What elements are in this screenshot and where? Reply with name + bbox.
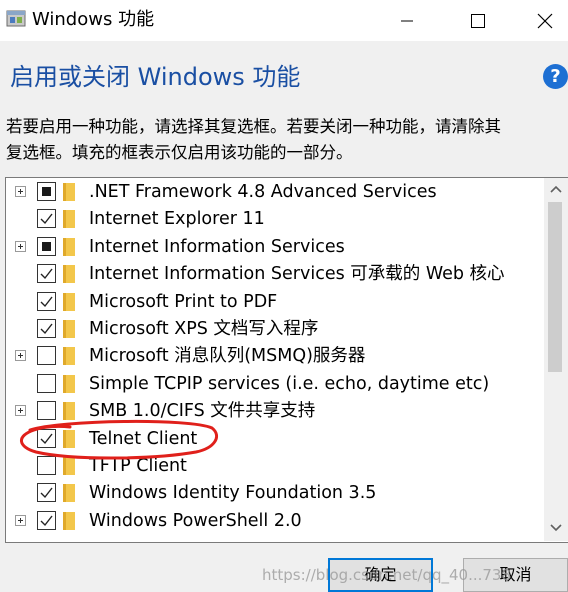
page-heading: 启用或关闭 Windows 功能 [10,63,301,91]
maximize-icon [471,13,485,28]
feature-row[interactable]: Windows Identity Foundation 3.5 [6,480,546,507]
folder-icon [63,265,75,284]
feature-checkbox[interactable] [37,428,56,448]
minimize-button[interactable] [384,0,430,41]
expand-icon[interactable] [15,514,26,526]
window-title: Windows 功能 [32,9,155,30]
folder-icon [63,292,75,311]
feature-label: Internet Explorer 11 [89,209,265,230]
feature-row[interactable]: TFTP Client [6,453,546,480]
scroll-down-button[interactable] [544,517,568,539]
feature-checkbox[interactable] [37,483,56,503]
folder-icon [63,457,75,475]
feature-label: Simple TCPIP services (i.e. echo, daytim… [89,373,490,394]
feature-label: Internet Information Services 可承载的 Web 核… [89,264,505,285]
folder-icon [63,429,75,448]
folder-icon [63,237,75,256]
feature-checkbox[interactable] [37,182,56,201]
description-line-1: 若要启用一种功能，请选择其复选框。若要关闭一种功能，请清除其 [6,117,501,136]
feature-label: SMB 1.0/CIFS 文件共享支持 [89,401,316,422]
expand-icon[interactable] [15,240,26,252]
feature-checkbox[interactable] [37,510,56,530]
feature-label: Microsoft 消息队列(MSMQ)服务器 [89,346,366,367]
feature-label: TFTP Client [89,456,187,476]
close-button[interactable] [522,0,568,41]
feature-label: Telnet Client [89,428,198,449]
chevron-down-icon [550,524,562,532]
folder-icon [63,402,75,421]
feature-checkbox[interactable] [37,319,56,338]
feature-label: Windows PowerShell 2.0 [89,510,302,531]
folder-icon [63,484,75,503]
checkmark-icon [40,487,53,499]
checkmark-icon [40,433,53,444]
checkmark-icon [40,515,53,526]
folder-icon [63,511,75,530]
scroll-thumb[interactable] [548,202,562,372]
feature-checkbox[interactable] [37,346,56,366]
description: 若要启用一种功能，请选择其复选框。若要关闭一种功能，请清除其 复选框。填充的框表… [6,114,568,166]
feature-label: Internet Information Services [89,236,345,257]
expand-icon[interactable] [15,186,26,197]
chevron-up-icon [550,185,562,193]
feature-label: Microsoft XPS 文档写入程序 [89,319,319,339]
minimize-icon [401,20,413,21]
folder-icon [63,374,75,393]
feature-row[interactable]: Simple TCPIP services (i.e. echo, daytim… [6,371,546,398]
checkmark-icon [40,268,53,280]
checkmark-icon [40,323,53,335]
expand-icon[interactable] [15,350,26,362]
feature-checkbox[interactable] [37,209,56,229]
feature-label: Windows Identity Foundation 3.5 [89,483,377,504]
folder-icon [63,183,75,201]
feature-row[interactable]: Internet Information Services 可承载的 Web 核… [6,261,546,288]
checkmark-icon [40,213,53,225]
feature-row[interactable]: Windows PowerShell 2.0 [6,508,546,535]
feature-row[interactable]: Internet Explorer 11 [6,206,546,233]
feature-row[interactable]: .NET Framework 4.8 Advanced Services [6,179,546,206]
feature-checkbox[interactable] [37,373,56,393]
feature-label: .NET Framework 4.8 Advanced Services [89,182,437,202]
vertical-scrollbar[interactable] [544,178,568,541]
feature-row[interactable]: Microsoft 消息队列(MSMQ)服务器 [6,343,546,370]
feature-checkbox[interactable] [37,456,56,475]
maximize-button[interactable] [455,0,501,41]
feature-checkbox[interactable] [37,401,56,421]
feature-row[interactable]: Microsoft XPS 文档写入程序 [6,316,546,343]
feature-tree-list[interactable]: .NET Framework 4.8 Advanced Services Inte… [5,177,568,543]
folder-icon [63,320,75,338]
watermark: https://blog.csdn.net/qq_40...738 [262,566,512,584]
feature-checkbox[interactable] [37,236,56,256]
folder-icon [63,210,75,229]
feature-row[interactable]: SMB 1.0/CIFS 文件共享支持 [6,398,546,425]
expand-icon[interactable] [15,405,26,417]
title-bar: Windows 功能 [0,0,568,41]
description-line-2: 复选框。填充的框表示仅启用该功能的一部分。 [6,143,353,162]
feature-row[interactable]: Internet Information Services [6,234,546,261]
checkmark-icon [40,296,53,307]
scroll-up-button[interactable] [544,178,568,200]
close-icon [537,13,553,28]
feature-row[interactable]: Telnet Client [6,426,546,453]
windows-features-icon [6,10,26,27]
folder-icon [63,347,75,366]
feature-label: Microsoft Print to PDF [89,291,278,312]
feature-checkbox[interactable] [37,291,56,311]
feature-row[interactable]: Microsoft Print to PDF [6,289,546,316]
help-icon[interactable]: ? [543,64,568,89]
feature-checkbox[interactable] [37,264,56,284]
